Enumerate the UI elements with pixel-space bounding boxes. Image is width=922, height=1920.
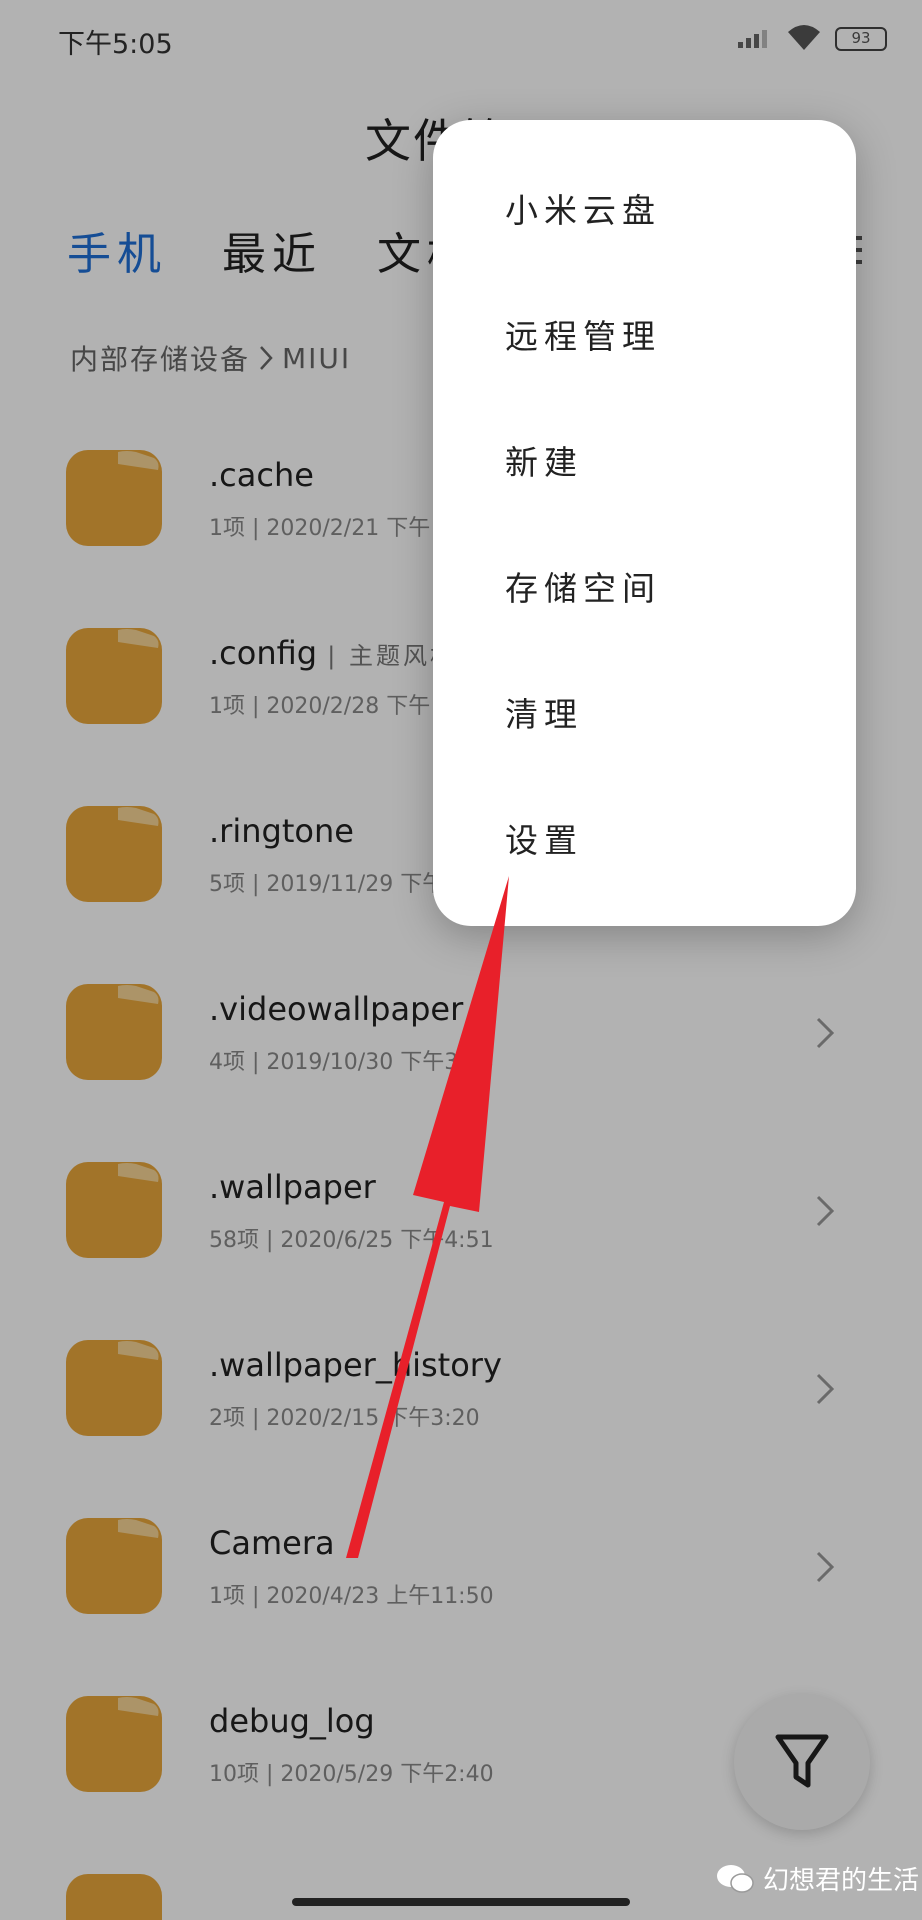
wechat-icon bbox=[717, 1864, 754, 1893]
home-indicator[interactable] bbox=[292, 1898, 630, 1906]
arrow-annotation bbox=[346, 876, 509, 1558]
watermark-text: 幻想君的生活 bbox=[763, 1866, 920, 1896]
watermark: 幻想君的生活 bbox=[715, 1860, 919, 1897]
